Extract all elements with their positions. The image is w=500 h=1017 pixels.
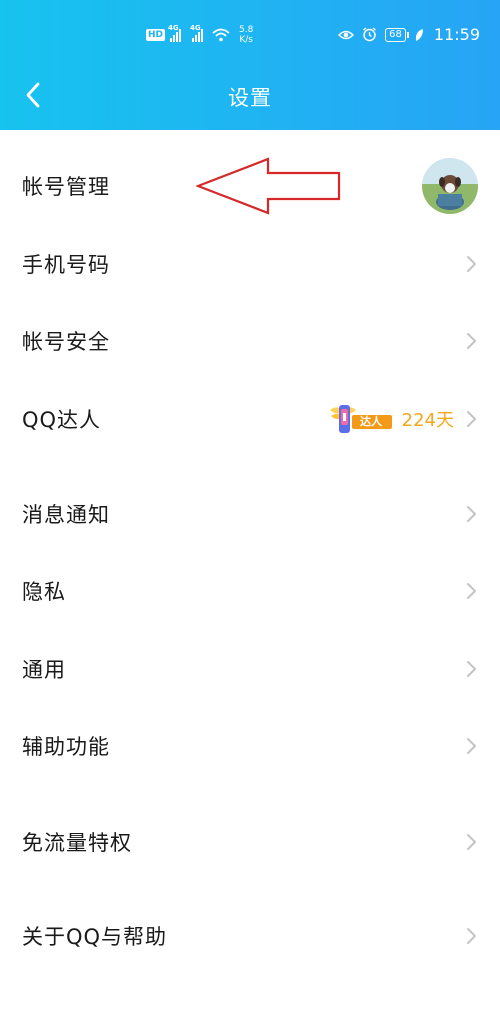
annotation-arrow-icon — [196, 157, 341, 215]
chevron-right-icon — [467, 928, 476, 944]
settings-item-label: 关于QQ与帮助 — [22, 925, 168, 949]
settings-item-label: 帐号管理 — [22, 175, 110, 199]
status-time: 11:59 — [433, 25, 480, 44]
hd-badge: HD — [146, 29, 166, 41]
settings-item-label: 帐号安全 — [22, 330, 110, 354]
chevron-right-icon — [467, 738, 476, 754]
chevron-right-icon — [467, 256, 476, 272]
daren-days: 224天 — [401, 410, 454, 431]
settings-item-label: 隐私 — [22, 580, 66, 604]
status-left: HD 4G 4G 5.8 K/s — [146, 24, 254, 45]
chevron-right-icon — [467, 411, 476, 427]
chevron-right-icon — [467, 333, 476, 349]
settings-item-label: 免流量特权 — [22, 831, 132, 855]
avatar-image — [422, 158, 478, 214]
chevron-right-icon — [467, 834, 476, 850]
settings-item-account-security[interactable]: 帐号安全 — [0, 305, 500, 377]
chevron-right-icon — [467, 506, 476, 522]
chevron-right-icon — [467, 583, 476, 599]
signal-icon-2: 4G — [190, 24, 204, 42]
chevron-right-icon — [467, 661, 476, 677]
settings-item-free-data[interactable]: 免流量特权 — [0, 806, 500, 878]
network-speed: 5.8 K/s — [239, 25, 254, 45]
daren-badge-text: 达人 — [360, 415, 382, 428]
signal-icon: 4G — [168, 24, 182, 42]
settings-item-qq-daren[interactable]: QQ达人 达人 224天 — [0, 383, 500, 455]
settings-item-label: QQ达人 — [22, 408, 102, 432]
settings-item-about-help[interactable]: 关于QQ与帮助 — [0, 900, 500, 972]
settings-item-message-notification[interactable]: 消息通知 — [0, 478, 500, 550]
avatar[interactable] — [422, 158, 478, 214]
eye-icon — [338, 30, 355, 39]
leaf-icon — [415, 28, 423, 41]
settings-item-accessibility[interactable]: 辅助功能 — [0, 710, 500, 782]
app-header: HD 4G 4G 5.8 K/s 68 11:59 设置 — [0, 0, 500, 130]
daren-badge-icon: 达人 — [328, 402, 394, 436]
settings-item-phone-number[interactable]: 手机号码 — [0, 228, 500, 300]
status-bar: HD 4G 4G 5.8 K/s 68 11:59 — [0, 22, 500, 52]
settings-item-privacy[interactable]: 隐私 — [0, 555, 500, 627]
settings-item-label: 通用 — [22, 658, 66, 682]
battery-icon: 68 — [385, 27, 409, 42]
page-title: 设置 — [228, 86, 272, 110]
settings-item-general[interactable]: 通用 — [0, 633, 500, 705]
settings-item-label: 消息通知 — [22, 503, 110, 527]
settings-item-label: 手机号码 — [22, 253, 110, 277]
wifi-icon — [212, 28, 230, 42]
settings-item-label: 辅助功能 — [22, 735, 110, 759]
status-right: 68 11:59 — [338, 25, 480, 44]
alarm-icon — [363, 27, 377, 42]
